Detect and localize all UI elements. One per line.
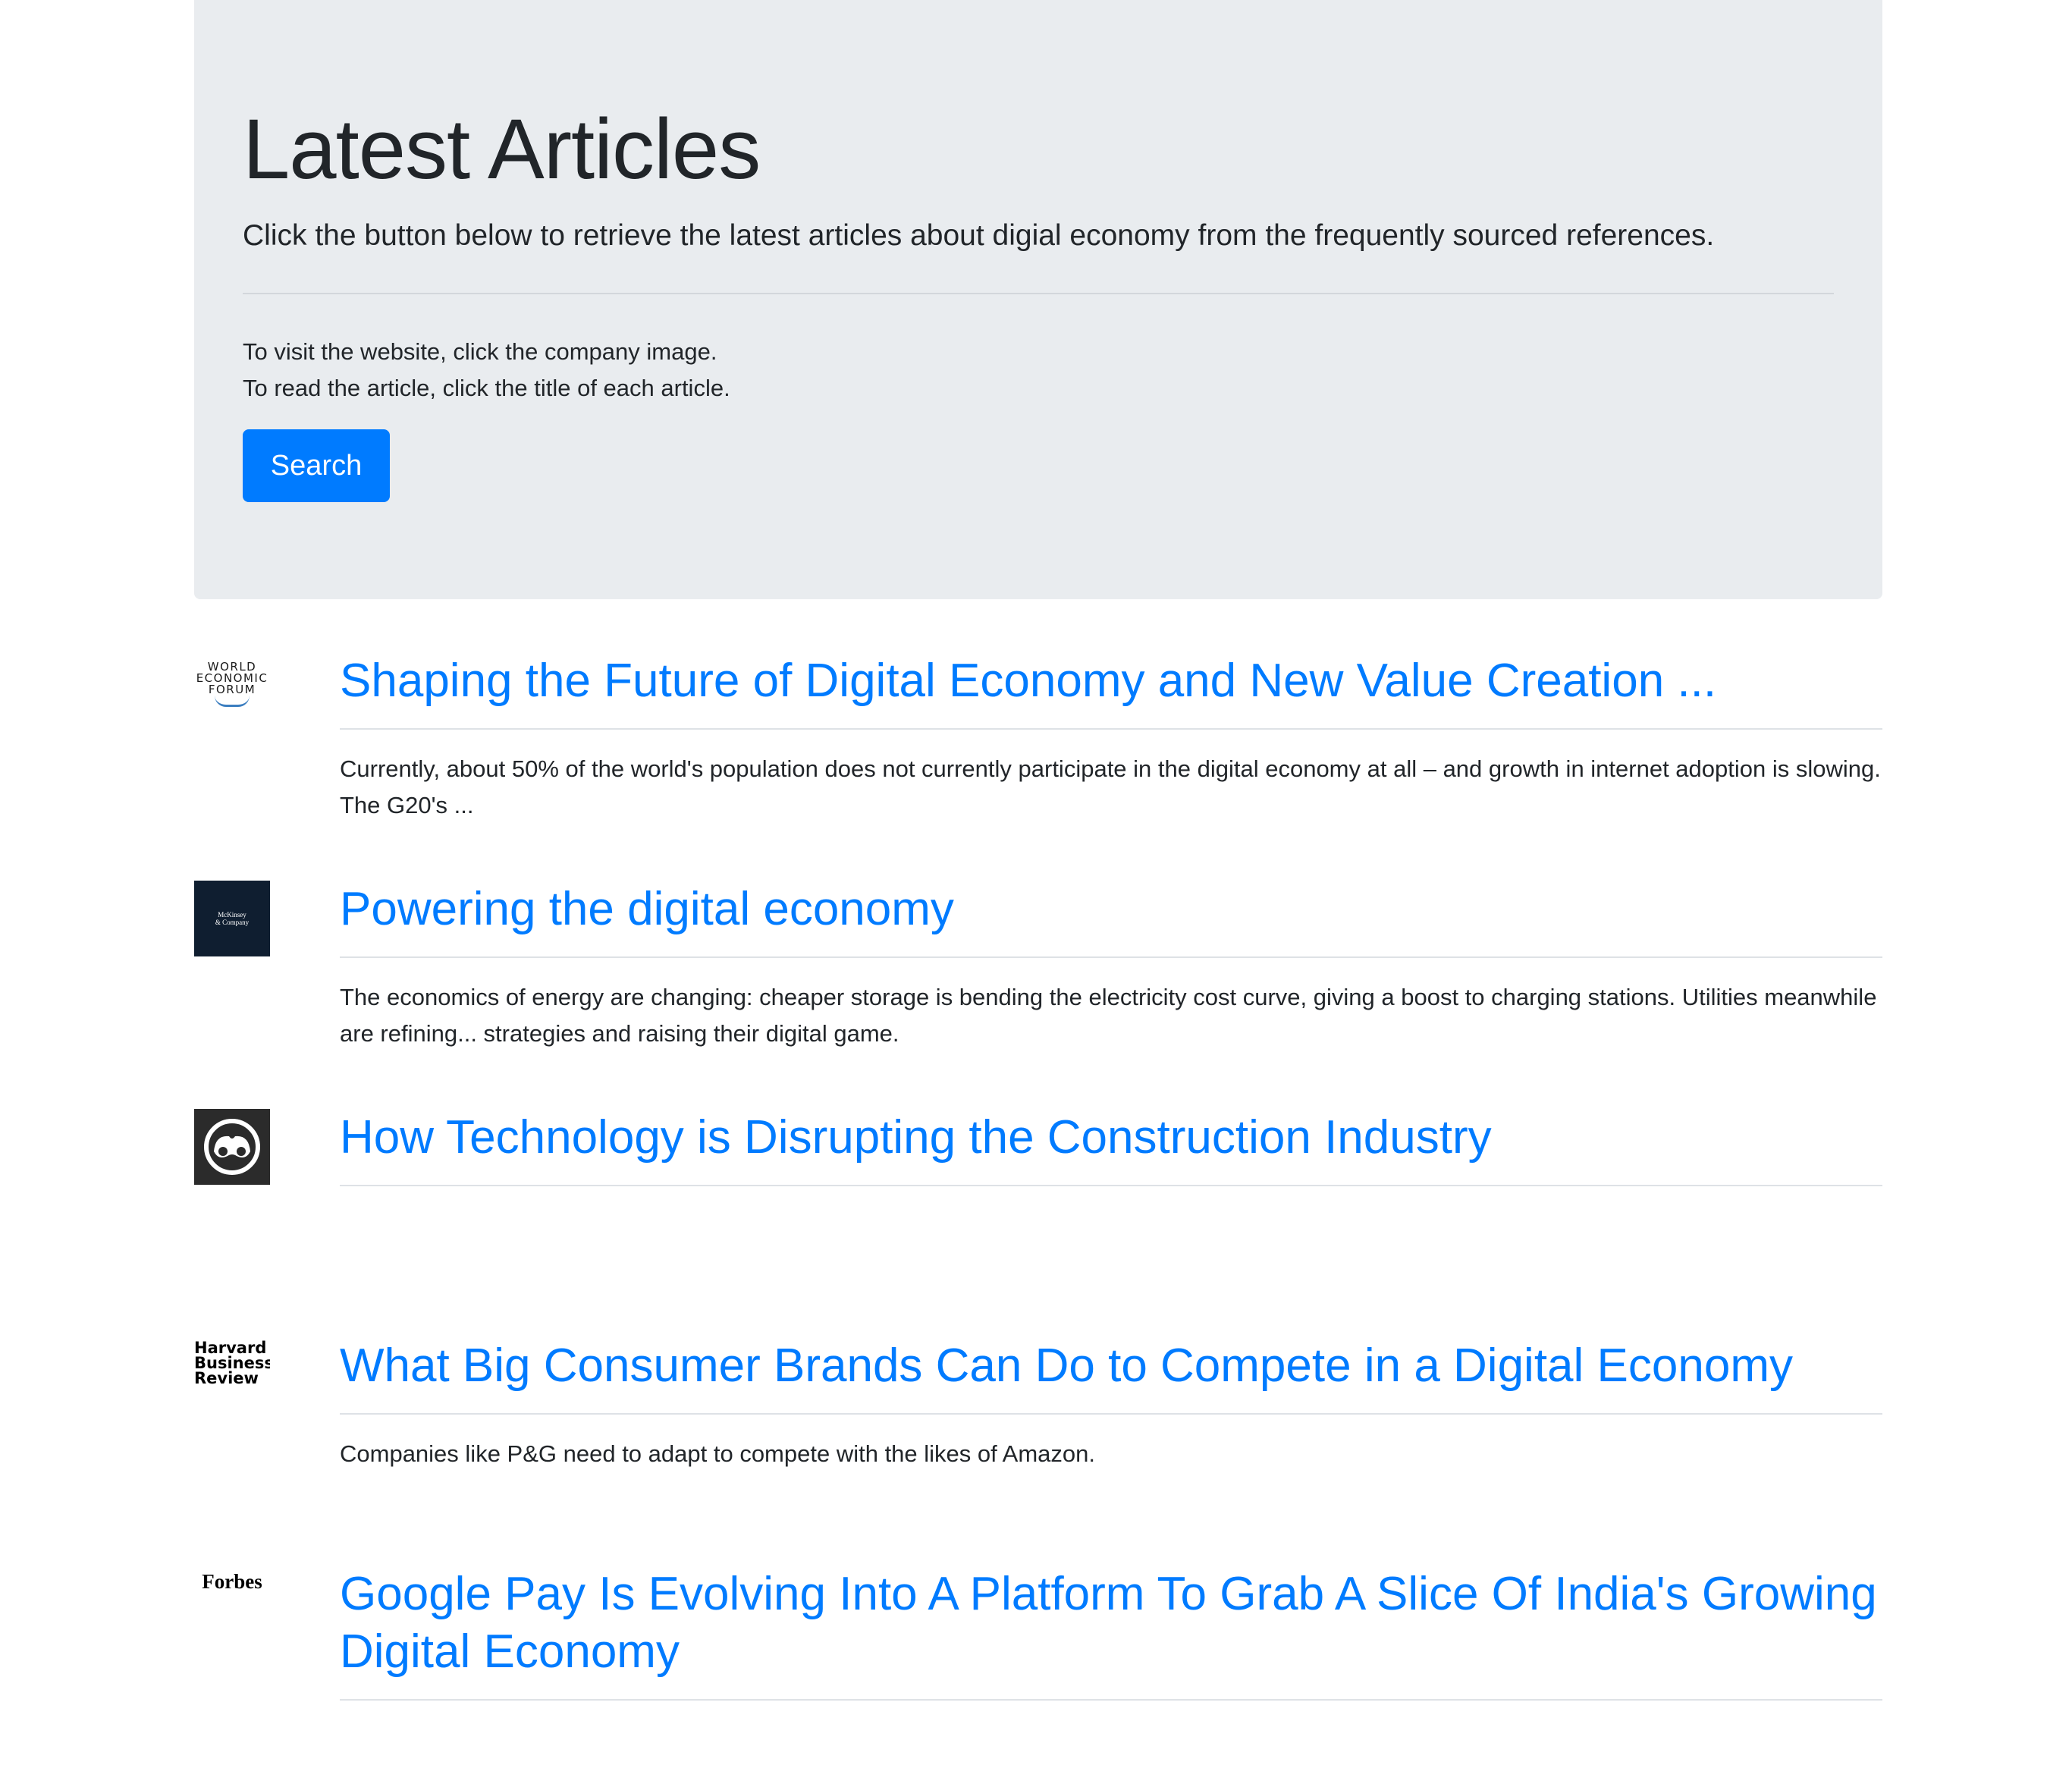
world-economic-forum-logo[interactable]: WORLD ECONOMIC FORUM [194,652,270,728]
instructions: To visit the website, click the company … [243,334,730,407]
article-title-link[interactable]: Powering the digital economy [340,881,1882,958]
article-title-link[interactable]: How Technology is Disrupting the Constru… [340,1109,1882,1186]
article-body: Powering the digital economy The economi… [340,881,1882,1052]
article-body: Shaping the Future of Digital Economy an… [340,652,1882,824]
mckinsey-logo[interactable]: McKinsey & Company [194,881,270,956]
logo-text: Forbes [202,1570,262,1593]
logo-arc [215,696,250,707]
binoculars-icon [204,1119,260,1175]
page-lead: Click the button below to retrieve the l… [243,219,1715,252]
article-body: How Technology is Disrupting the Constru… [340,1109,1882,1186]
instruction-visit-website: To visit the website, click the company … [243,338,717,365]
article-title-link[interactable]: Shaping the Future of Digital Economy an… [340,652,1882,730]
article-description: Currently, about 50% of the world's popu… [340,755,1881,818]
main-container: Latest Articles Click the button below t… [194,0,1882,1701]
page-title: Latest Articles [243,102,761,196]
logo-text: Business [194,1354,270,1372]
article-description: The economics of energy are changing: ch… [340,984,1877,1047]
publisher-logo-icon[interactable] [194,1109,270,1185]
header-divider [243,293,1834,294]
article-title-link[interactable]: Google Pay Is Evolving Into A Platform T… [340,1566,1882,1701]
article-title-link[interactable]: What Big Consumer Brands Can Do to Compe… [340,1337,1882,1415]
logo-text: Review [194,1369,259,1387]
logo-text: McKinsey [218,911,246,919]
header-panel: Latest Articles Click the button below t… [194,0,1882,599]
instruction-read-article: To read the article, click the title of … [243,375,730,401]
article-body: What Big Consumer Brands Can Do to Compe… [340,1337,1882,1472]
article-body: Google Pay Is Evolving Into A Platform T… [340,1566,1882,1701]
article-description: Companies like P&G need to adapt to comp… [340,1440,1095,1467]
harvard-business-review-logo[interactable]: Harvard Business Review [194,1337,270,1413]
forbes-logo[interactable]: Forbes [194,1566,270,1641]
search-button[interactable]: Search [243,429,390,502]
logo-text: & Company [215,919,250,926]
logo-text: Harvard [194,1339,267,1357]
logo-text: FORUM [208,683,256,696]
